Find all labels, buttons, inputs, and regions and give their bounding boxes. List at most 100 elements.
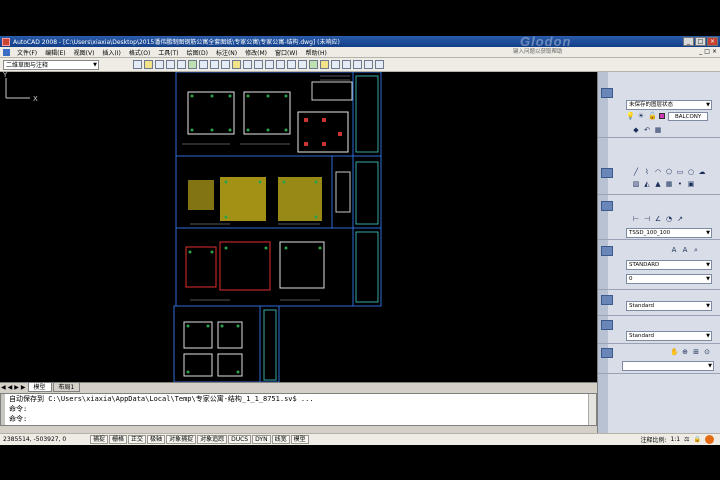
line-icon[interactable]: ╱ bbox=[632, 168, 640, 176]
table-icon[interactable]: ▦ bbox=[665, 180, 673, 188]
layer-lock-icon[interactable]: 🔓 bbox=[648, 112, 657, 120]
zoom-window-icon[interactable]: ⊞ bbox=[692, 348, 700, 356]
table-style-select[interactable]: Standard ▼ bbox=[626, 331, 712, 341]
text-style-select[interactable]: STANDARD ▼ bbox=[626, 260, 712, 270]
osnap-toggle[interactable]: 对象捕捉 bbox=[166, 435, 197, 444]
navigation-panel-icon[interactable] bbox=[601, 348, 613, 358]
ducs-toggle[interactable]: DUCS bbox=[228, 435, 252, 444]
tab-model[interactable]: 模型 bbox=[27, 383, 52, 392]
layer-state-select[interactable]: 未保存的图层状态 ▼ bbox=[626, 100, 712, 110]
radius-dim-icon[interactable]: ◔ bbox=[665, 215, 673, 223]
menu-draw[interactable]: 绘图(D) bbox=[183, 48, 212, 57]
layer-on-icon[interactable]: 💡 bbox=[626, 112, 635, 120]
save-icon[interactable] bbox=[155, 60, 164, 69]
menu-format[interactable]: 格式(O) bbox=[125, 48, 154, 57]
match-properties-icon[interactable] bbox=[232, 60, 241, 69]
polar-toggle[interactable]: 极轴 bbox=[147, 435, 166, 444]
publish-icon[interactable] bbox=[188, 60, 197, 69]
zoom-extents-icon[interactable]: ⊙ bbox=[703, 348, 711, 356]
ortho-toggle[interactable]: 正交 bbox=[128, 435, 147, 444]
zoom-realtime-icon[interactable]: ⊕ bbox=[681, 348, 689, 356]
command-window-grip[interactable] bbox=[1, 394, 5, 425]
doc-restore-button[interactable]: □ bbox=[704, 48, 710, 55]
otrack-toggle[interactable]: 对象追踪 bbox=[197, 435, 228, 444]
document-icon[interactable] bbox=[3, 48, 10, 56]
mleader-panel-icon[interactable] bbox=[601, 295, 613, 305]
command-prompt[interactable]: 命令: bbox=[1, 414, 596, 424]
notification-badge-icon[interactable] bbox=[705, 435, 714, 444]
undo-icon[interactable] bbox=[243, 60, 252, 69]
menu-file[interactable]: 文件(F) bbox=[13, 48, 41, 57]
autocad-app-icon[interactable] bbox=[2, 37, 10, 46]
model-toggle[interactable]: 模型 bbox=[290, 435, 309, 444]
rectangle-icon[interactable]: ▭ bbox=[676, 168, 684, 176]
layer-walk-icon[interactable]: ▦ bbox=[654, 126, 662, 134]
boundary-icon[interactable]: ▲ bbox=[654, 180, 662, 188]
table-panel-icon[interactable] bbox=[601, 320, 613, 330]
zoom-realtime-icon[interactable] bbox=[276, 60, 285, 69]
layer-name[interactable]: BALCONY bbox=[668, 112, 709, 121]
tab-next-button[interactable]: ▶ bbox=[13, 384, 20, 391]
command-window[interactable]: 自动保存到 C:\Users\xiaxia\AppData\Local\Temp… bbox=[0, 393, 597, 426]
tab-last-button[interactable]: ▶ bbox=[20, 384, 27, 391]
named-view-select[interactable]: ▼ bbox=[622, 361, 714, 371]
dimension-panel-icon[interactable] bbox=[601, 201, 613, 211]
drawing-canvas[interactable]: Y X bbox=[0, 72, 597, 382]
menu-edit[interactable]: 编辑(E) bbox=[41, 48, 69, 57]
paste-icon[interactable] bbox=[221, 60, 230, 69]
annotation-scale-value[interactable]: 1:1 bbox=[670, 436, 680, 443]
tab-prev-button[interactable]: ◀ bbox=[7, 384, 14, 391]
doc-minimize-button[interactable]: _ bbox=[699, 48, 702, 55]
minimize-button[interactable]: _ bbox=[683, 37, 694, 46]
command-scrollbar[interactable] bbox=[588, 394, 596, 425]
mtext-icon[interactable]: A bbox=[670, 246, 678, 254]
copy-icon[interactable] bbox=[210, 60, 219, 69]
hatch-icon[interactable]: ▨ bbox=[632, 180, 640, 188]
help-icon[interactable] bbox=[375, 60, 384, 69]
menu-tools[interactable]: 工具(T) bbox=[154, 48, 182, 57]
quickcalc-icon[interactable] bbox=[364, 60, 373, 69]
zoom-previous-icon[interactable] bbox=[298, 60, 307, 69]
snap-toggle[interactable]: 捕捉 bbox=[90, 435, 109, 444]
block-icon[interactable]: ▣ bbox=[687, 180, 695, 188]
maximize-button[interactable]: □ bbox=[695, 37, 706, 46]
design-center-icon[interactable] bbox=[320, 60, 329, 69]
angular-dim-icon[interactable]: ∠ bbox=[654, 215, 662, 223]
menu-view[interactable]: 视图(V) bbox=[70, 48, 99, 57]
pan-icon[interactable] bbox=[265, 60, 274, 69]
revcloud-icon[interactable]: ☁ bbox=[698, 168, 706, 176]
menu-dimension[interactable]: 标注(N) bbox=[212, 48, 241, 57]
mleader-style-select[interactable]: Standard ▼ bbox=[626, 301, 712, 311]
leader-icon[interactable]: ↗ bbox=[676, 215, 684, 223]
menu-insert[interactable]: 插入(I) bbox=[98, 48, 124, 57]
layer-color-swatch[interactable] bbox=[659, 113, 665, 119]
layer-freeze-icon[interactable]: ☀ bbox=[637, 112, 645, 120]
cut-icon[interactable] bbox=[199, 60, 208, 69]
new-file-icon[interactable] bbox=[133, 60, 142, 69]
print-icon[interactable] bbox=[166, 60, 175, 69]
sheet-set-icon[interactable] bbox=[342, 60, 351, 69]
workspace-select[interactable]: 二维草图与注释 ▼ bbox=[3, 59, 99, 70]
dim-style-select[interactable]: TSSD_100_100 ▼ bbox=[626, 228, 712, 238]
circle-icon[interactable]: ○ bbox=[687, 168, 695, 176]
properties-icon[interactable] bbox=[309, 60, 318, 69]
tab-layout1[interactable]: 布局1 bbox=[52, 383, 81, 392]
zoom-window-icon[interactable] bbox=[287, 60, 296, 69]
open-file-icon[interactable] bbox=[144, 60, 153, 69]
layer-panel-icon[interactable] bbox=[601, 88, 613, 98]
menu-window[interactable]: 窗口(W) bbox=[271, 48, 302, 57]
text-panel-icon[interactable] bbox=[601, 246, 613, 256]
coordinate-readout[interactable]: 2385514, -503927, 0 bbox=[0, 436, 90, 443]
pan-realtime-icon[interactable]: ✋ bbox=[670, 348, 679, 356]
redo-icon[interactable] bbox=[254, 60, 263, 69]
polygon-icon[interactable]: ⬠ bbox=[665, 168, 673, 176]
layer-previous-icon[interactable]: ↶ bbox=[643, 126, 651, 134]
polyline-icon[interactable]: ⌇ bbox=[643, 168, 651, 176]
lock-icon[interactable]: 🔒 bbox=[694, 436, 701, 443]
grid-toggle[interactable]: 栅格 bbox=[109, 435, 128, 444]
markup-icon[interactable] bbox=[353, 60, 362, 69]
arc-icon[interactable]: ◠ bbox=[654, 168, 662, 176]
close-button[interactable]: × bbox=[707, 37, 718, 46]
text-height-select[interactable]: 0 ▼ bbox=[626, 274, 712, 284]
tool-palettes-icon[interactable] bbox=[331, 60, 340, 69]
